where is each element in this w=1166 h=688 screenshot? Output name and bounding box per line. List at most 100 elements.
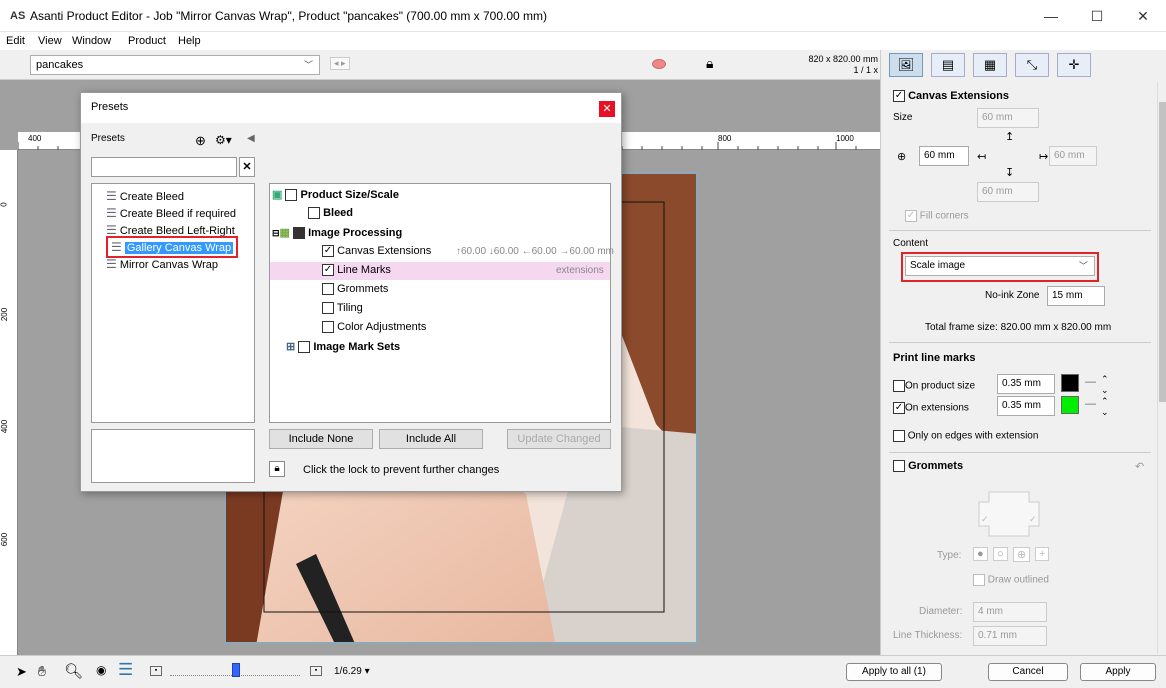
product-combo[interactable]: pancakes ﹀ <box>30 55 320 75</box>
panel-scrollbar[interactable] <box>1157 82 1166 654</box>
tab-path-icon[interactable]: ⤡ <box>1015 53 1049 77</box>
menu-help[interactable]: Help <box>178 35 201 47</box>
menu-edit[interactable]: Edit <box>6 35 25 47</box>
checkbox[interactable] <box>322 302 334 315</box>
setting-tiling[interactable]: Tiling <box>322 302 363 315</box>
setting-bleed[interactable]: Bleed <box>308 207 353 220</box>
diameter-field[interactable]: 4 mm <box>973 602 1047 622</box>
checkbox[interactable] <box>285 189 298 202</box>
grommet-type-plus-icon[interactable]: + <box>1035 547 1050 561</box>
svg-text:✓: ✓ <box>1029 514 1037 524</box>
apply-button[interactable]: Apply <box>1080 663 1156 681</box>
on-extensions-checkbox[interactable]: ✓ On extensions <box>893 402 969 414</box>
extension-left-field[interactable]: 60 mm <box>919 146 969 166</box>
menu-product[interactable]: Product <box>128 35 166 47</box>
minimize-button[interactable]: — <box>1028 0 1074 32</box>
collapse-left-icon[interactable]: ◀ <box>247 133 255 144</box>
line-style-icon[interactable]: — <box>1085 376 1096 388</box>
setting-image-processing[interactable]: ⊟▦ Image Processing <box>272 226 402 240</box>
zoom-level[interactable]: 1/6.29 ▾ <box>334 666 370 677</box>
extensions-line-color-swatch[interactable] <box>1061 396 1079 414</box>
grommet-type-cross-icon[interactable]: ⊕ <box>1013 547 1031 562</box>
zoom-slider[interactable] <box>170 663 300 677</box>
maximize-button[interactable]: ☐ <box>1074 0 1120 32</box>
lock-button[interactable]: 🔒︎ <box>269 461 285 477</box>
reset-icon[interactable]: ↶ <box>1135 460 1144 473</box>
checkbox-checked[interactable]: ✓ <box>893 90 905 103</box>
grommet-type-filled-icon[interactable]: ● <box>973 547 988 561</box>
menu-window[interactable]: Window <box>72 35 111 47</box>
setting-line-marks[interactable]: ✓ Line Marks <box>322 264 391 277</box>
only-edges-checkbox[interactable]: Only on edges with extension <box>893 430 1038 442</box>
setting-product-size[interactable]: ▣ Product Size/Scale <box>272 188 399 202</box>
tab-grid-icon[interactable]: ▦ <box>973 53 1007 77</box>
preset-item[interactable]: ☰ Create Bleed Left-Right <box>106 223 235 237</box>
clear-search-button[interactable]: ✕ <box>239 157 255 177</box>
nav-arrows-icon[interactable]: ◂ ▸ <box>330 57 350 70</box>
presets-tool-icon[interactable]: ☰ <box>118 660 133 680</box>
fill-corners-checkbox[interactable]: ✓ Fill corners <box>905 210 969 222</box>
update-changed-button[interactable]: Update Changed <box>507 429 611 449</box>
preset-item-selected[interactable]: ☰ Gallery Canvas Wrap <box>106 236 239 258</box>
dialog-titlebar: Presets ✕ <box>81 93 621 123</box>
content-mode-select[interactable]: Scale image ﹀ <box>905 256 1095 276</box>
checkbox-partial[interactable] <box>293 227 306 240</box>
lock-icon[interactable]: 🔒︎ <box>706 55 713 72</box>
extension-bottom-field[interactable]: 60 mm <box>977 182 1039 202</box>
preset-item[interactable]: ☰ Create Bleed <box>106 189 184 203</box>
zoom-tool-icon[interactable]: 🔍︎ <box>64 662 83 680</box>
draw-outlined-checkbox[interactable]: Draw outlined <box>973 574 1049 586</box>
eye-tool-icon[interactable]: ◉ <box>96 663 106 677</box>
setting-image-mark-sets[interactable]: ⊞ Image Mark Sets <box>286 340 400 354</box>
preset-item[interactable]: ☰ Mirror Canvas Wrap <box>106 257 218 271</box>
right-panel: 🖼︎ ▤ ▦ ⤡ ✛ ✓ Canvas Extensions Size 60 m… <box>880 50 1166 655</box>
line-thickness-field[interactable]: 0.71 mm <box>973 626 1047 646</box>
checkbox-checked[interactable]: ✓ <box>322 245 334 258</box>
link-icon[interactable]: ⊕ <box>897 150 906 163</box>
setting-grommets[interactable]: Grommets <box>322 283 388 296</box>
extension-top-field[interactable]: 60 mm <box>977 108 1039 128</box>
add-preset-icon[interactable]: ⊕ <box>195 133 206 149</box>
grommet-type-ring-icon[interactable]: ○ <box>993 547 1008 561</box>
zoom-ratio: 1 / 1 x <box>853 65 878 75</box>
dialog-close-button[interactable]: ✕ <box>599 101 615 117</box>
canvas-extensions-header[interactable]: ✓ Canvas Extensions <box>893 90 1009 103</box>
close-window-button[interactable]: ✕ <box>1120 0 1166 32</box>
pointer-tool-icon[interactable]: ➤ <box>16 664 27 680</box>
no-ink-zone-field[interactable]: 15 mm <box>1047 286 1105 306</box>
include-all-button[interactable]: Include All <box>379 429 483 449</box>
checkbox[interactable] <box>298 341 311 354</box>
checkbox[interactable] <box>322 321 334 334</box>
setting-canvas-extensions[interactable]: ✓ Canvas Extensions <box>322 245 431 258</box>
checkbox[interactable] <box>322 283 334 296</box>
proof-oval-icon[interactable] <box>652 59 666 69</box>
product-line-color-swatch[interactable] <box>1061 374 1079 392</box>
cancel-button[interactable]: Cancel <box>988 663 1068 681</box>
zoom-in-large-icon[interactable]: ▪ <box>310 666 322 676</box>
apply-to-all-button[interactable]: Apply to all (1) <box>846 663 942 681</box>
expand-minus-icon[interactable]: ⊟ <box>272 228 280 238</box>
extensions-line-width-field[interactable]: 0.35 mm <box>997 396 1055 416</box>
tab-layout-icon[interactable]: ▤ <box>931 53 965 77</box>
hand-tool-icon[interactable]: ✋︎ <box>38 663 46 680</box>
on-product-size-checkbox[interactable]: On product size <box>893 380 975 392</box>
zoom-out-small-icon[interactable]: ▪ <box>150 666 162 676</box>
line-style-icon[interactable]: — <box>1085 398 1096 410</box>
product-line-width-field[interactable]: 0.35 mm <box>997 374 1055 394</box>
preset-search-input[interactable] <box>91 157 237 177</box>
preset-item[interactable]: ☰ Create Bleed if required <box>106 206 236 220</box>
tab-crosshair-icon[interactable]: ✛ <box>1057 53 1091 77</box>
menu-view[interactable]: View <box>38 35 62 47</box>
checkbox-checked[interactable]: ✓ <box>322 264 334 277</box>
tab-image-icon[interactable]: 🖼︎ <box>889 53 923 77</box>
checkbox[interactable] <box>308 207 320 220</box>
stepper-icon[interactable]: ⌃ ⌄ <box>1101 374 1109 396</box>
include-none-button[interactable]: Include None <box>269 429 373 449</box>
setting-color-adjustments[interactable]: Color Adjustments <box>322 321 426 334</box>
stepper-icon[interactable]: ⌃ ⌄ <box>1101 396 1109 418</box>
grommets-header[interactable]: Grommets <box>893 460 963 473</box>
gear-icon[interactable]: ⚙▾ <box>215 133 232 147</box>
zoom-slider-thumb[interactable] <box>232 663 240 677</box>
extension-right-field[interactable]: 60 mm <box>1049 146 1097 166</box>
scrollbar-thumb[interactable] <box>1159 102 1166 402</box>
